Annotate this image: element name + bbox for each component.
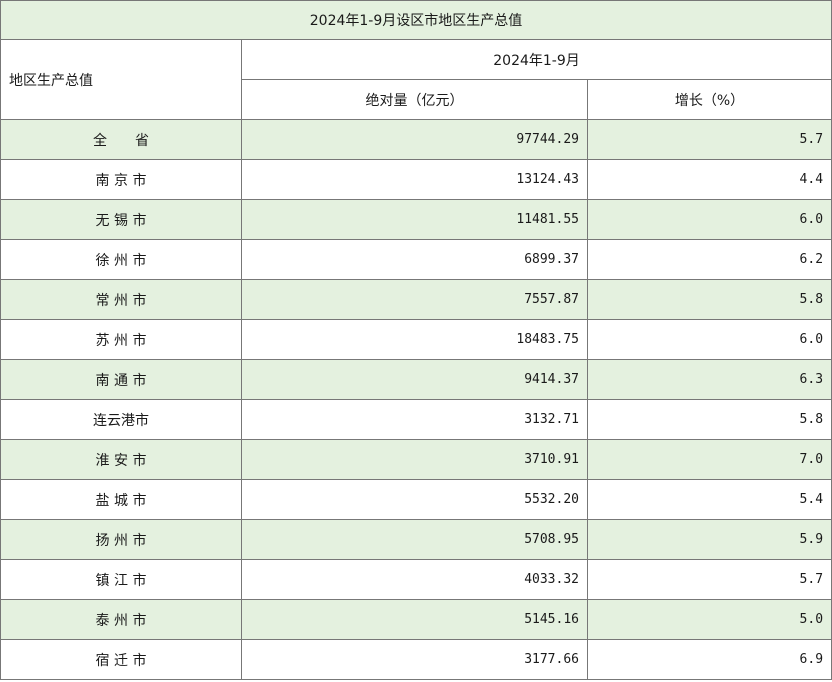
value-cell: 97744.29	[241, 119, 588, 160]
table-row: 镇 江 市 4033.32 5.7	[0, 559, 832, 600]
growth-cell: 6.2	[586, 239, 832, 280]
table-row: 无 锡 市 11481.55 6.0	[0, 199, 832, 240]
header-row-1: 地区生产总值 2024年1-9月	[0, 39, 832, 120]
table-row: 连云港市 3132.71 5.8	[0, 399, 832, 440]
growth-cell: 5.7	[586, 559, 832, 600]
growth-cell: 5.8	[586, 279, 832, 320]
region-cell: 镇 江 市	[0, 559, 242, 600]
growth-cell: 7.0	[586, 439, 832, 480]
region-cell: 淮 安 市	[0, 439, 242, 480]
growth-cell: 6.9	[586, 639, 832, 680]
growth-cell: 5.7	[586, 119, 832, 160]
region-cell: 无 锡 市	[0, 199, 242, 240]
value-cell: 3132.71	[241, 399, 588, 440]
table-row: 常 州 市 7557.87 5.8	[0, 279, 832, 320]
value-cell: 5145.16	[241, 599, 588, 640]
title-row: 2024年1-9月设区市地区生产总值	[0, 0, 832, 40]
table-row: 徐 州 市 6899.37 6.2	[0, 239, 832, 280]
table-row: 泰 州 市 5145.16 5.0	[0, 599, 832, 640]
growth-cell: 5.9	[586, 519, 832, 560]
table-row: 苏 州 市 18483.75 6.0	[0, 319, 832, 360]
value-column-header: 绝对量（亿元）	[241, 79, 588, 120]
region-cell: 南 京 市	[0, 159, 242, 200]
growth-cell: 5.0	[586, 599, 832, 640]
value-cell: 6899.37	[241, 239, 588, 280]
region-cell: 徐 州 市	[0, 239, 242, 280]
table-row: 宿 迁 市 3177.66 6.9	[0, 639, 832, 680]
value-cell: 3710.91	[241, 439, 588, 480]
table-row: 扬 州 市 5708.95 5.9	[0, 519, 832, 560]
value-cell: 9414.37	[241, 359, 588, 400]
region-cell: 泰 州 市	[0, 599, 242, 640]
region-cell: 南 通 市	[0, 359, 242, 400]
growth-cell: 6.3	[586, 359, 832, 400]
growth-cell: 6.0	[586, 319, 832, 360]
table-row: 南 京 市 13124.43 4.4	[0, 159, 832, 200]
region-cell: 常 州 市	[0, 279, 242, 320]
region-cell: 盐 城 市	[0, 479, 242, 520]
value-cell: 7557.87	[241, 279, 588, 320]
growth-cell: 5.4	[586, 479, 832, 520]
table-row: 淮 安 市 3710.91 7.0	[0, 439, 832, 480]
growth-cell: 6.0	[586, 199, 832, 240]
value-cell: 13124.43	[241, 159, 588, 200]
table-row: 全 省 97744.29 5.7	[0, 119, 832, 160]
value-cell: 3177.66	[241, 639, 588, 680]
table-row: 盐 城 市 5532.20 5.4	[0, 479, 832, 520]
value-cell: 5708.95	[241, 519, 588, 560]
table-title: 2024年1-9月设区市地区生产总值	[0, 0, 832, 40]
table-row: 南 通 市 9414.37 6.3	[0, 359, 832, 400]
period-header: 2024年1-9月	[240, 39, 832, 80]
row-header-label: 地区生产总值	[0, 39, 242, 120]
region-cell: 扬 州 市	[0, 519, 242, 560]
value-cell: 4033.32	[241, 559, 588, 600]
growth-cell: 5.8	[586, 399, 832, 440]
gdp-table: 2024年1-9月设区市地区生产总值 地区生产总值 2024年1-9月 绝对量（…	[0, 0, 832, 680]
table-container: 2024年1-9月设区市地区生产总值 地区生产总值 2024年1-9月 绝对量（…	[0, 0, 832, 682]
region-cell: 全 省	[0, 119, 242, 160]
value-cell: 11481.55	[241, 199, 588, 240]
region-cell: 苏 州 市	[0, 319, 242, 360]
growth-cell: 4.4	[586, 159, 832, 200]
region-cell: 连云港市	[0, 399, 242, 440]
value-cell: 18483.75	[241, 319, 588, 360]
growth-column-header: 增长（%）	[586, 79, 832, 120]
region-cell: 宿 迁 市	[0, 639, 242, 680]
value-cell: 5532.20	[241, 479, 588, 520]
